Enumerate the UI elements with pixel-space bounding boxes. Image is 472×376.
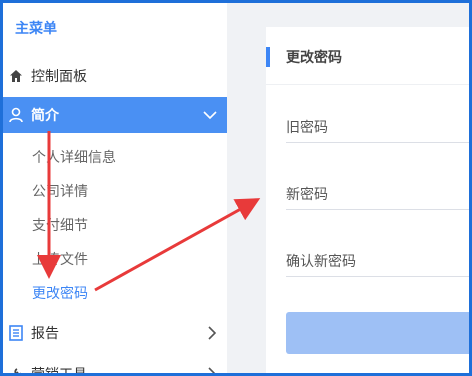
panel-header: 更改密码 xyxy=(266,27,469,85)
old-password-field[interactable]: 旧密码 xyxy=(286,111,469,143)
submenu-item-company-details[interactable]: 公司详情 xyxy=(32,181,88,201)
submenu-item-change-password[interactable]: 更改密码 xyxy=(32,283,88,303)
chevron-right-icon xyxy=(207,326,217,344)
sidebar-item-label: 控制面板 xyxy=(31,69,87,85)
new-password-placeholder: 新密码 xyxy=(286,187,328,203)
old-password-placeholder: 旧密码 xyxy=(286,120,328,136)
tools-icon xyxy=(8,366,24,373)
chevron-down-icon xyxy=(203,108,217,124)
submenu-item-payment-details[interactable]: 支付细节 xyxy=(32,215,88,235)
menu-title: 主菜单 xyxy=(15,21,57,37)
change-password-panel: 更改密码 旧密码 新密码 确认新密码 xyxy=(266,27,469,373)
user-icon xyxy=(8,107,24,123)
sidebar-item-profile[interactable]: 简介 xyxy=(3,97,227,133)
chevron-right-icon xyxy=(207,367,217,373)
sidebar: 主菜单 控制面板 简介 个人详细信息 公司详情 支付细节 上传文件 更改密码 报… xyxy=(3,3,227,376)
sidebar-item-label: 营销工具 xyxy=(31,367,87,376)
submenu-item-upload-files[interactable]: 上传文件 xyxy=(32,249,88,269)
home-icon xyxy=(8,68,24,84)
sidebar-item-label: 报告 xyxy=(31,326,59,342)
submenu-item-personal-details[interactable]: 个人详细信息 xyxy=(32,147,116,167)
app-window: 主菜单 控制面板 简介 个人详细信息 公司详情 支付细节 上传文件 更改密码 报… xyxy=(0,0,472,376)
report-icon xyxy=(8,325,24,341)
confirm-password-field[interactable]: 确认新密码 xyxy=(286,245,469,277)
confirm-password-placeholder: 确认新密码 xyxy=(286,254,356,270)
sidebar-item-marketing-tools[interactable]: 营销工具 xyxy=(3,356,227,376)
sidebar-item-label: 简介 xyxy=(31,108,59,124)
new-password-field[interactable]: 新密码 xyxy=(286,178,469,210)
page-title: 更改密码 xyxy=(286,50,342,66)
sidebar-item-dashboard[interactable]: 控制面板 xyxy=(3,58,227,94)
submit-button[interactable] xyxy=(286,312,469,354)
sidebar-item-reports[interactable]: 报告 xyxy=(3,315,227,351)
title-accent-bar xyxy=(266,47,270,67)
